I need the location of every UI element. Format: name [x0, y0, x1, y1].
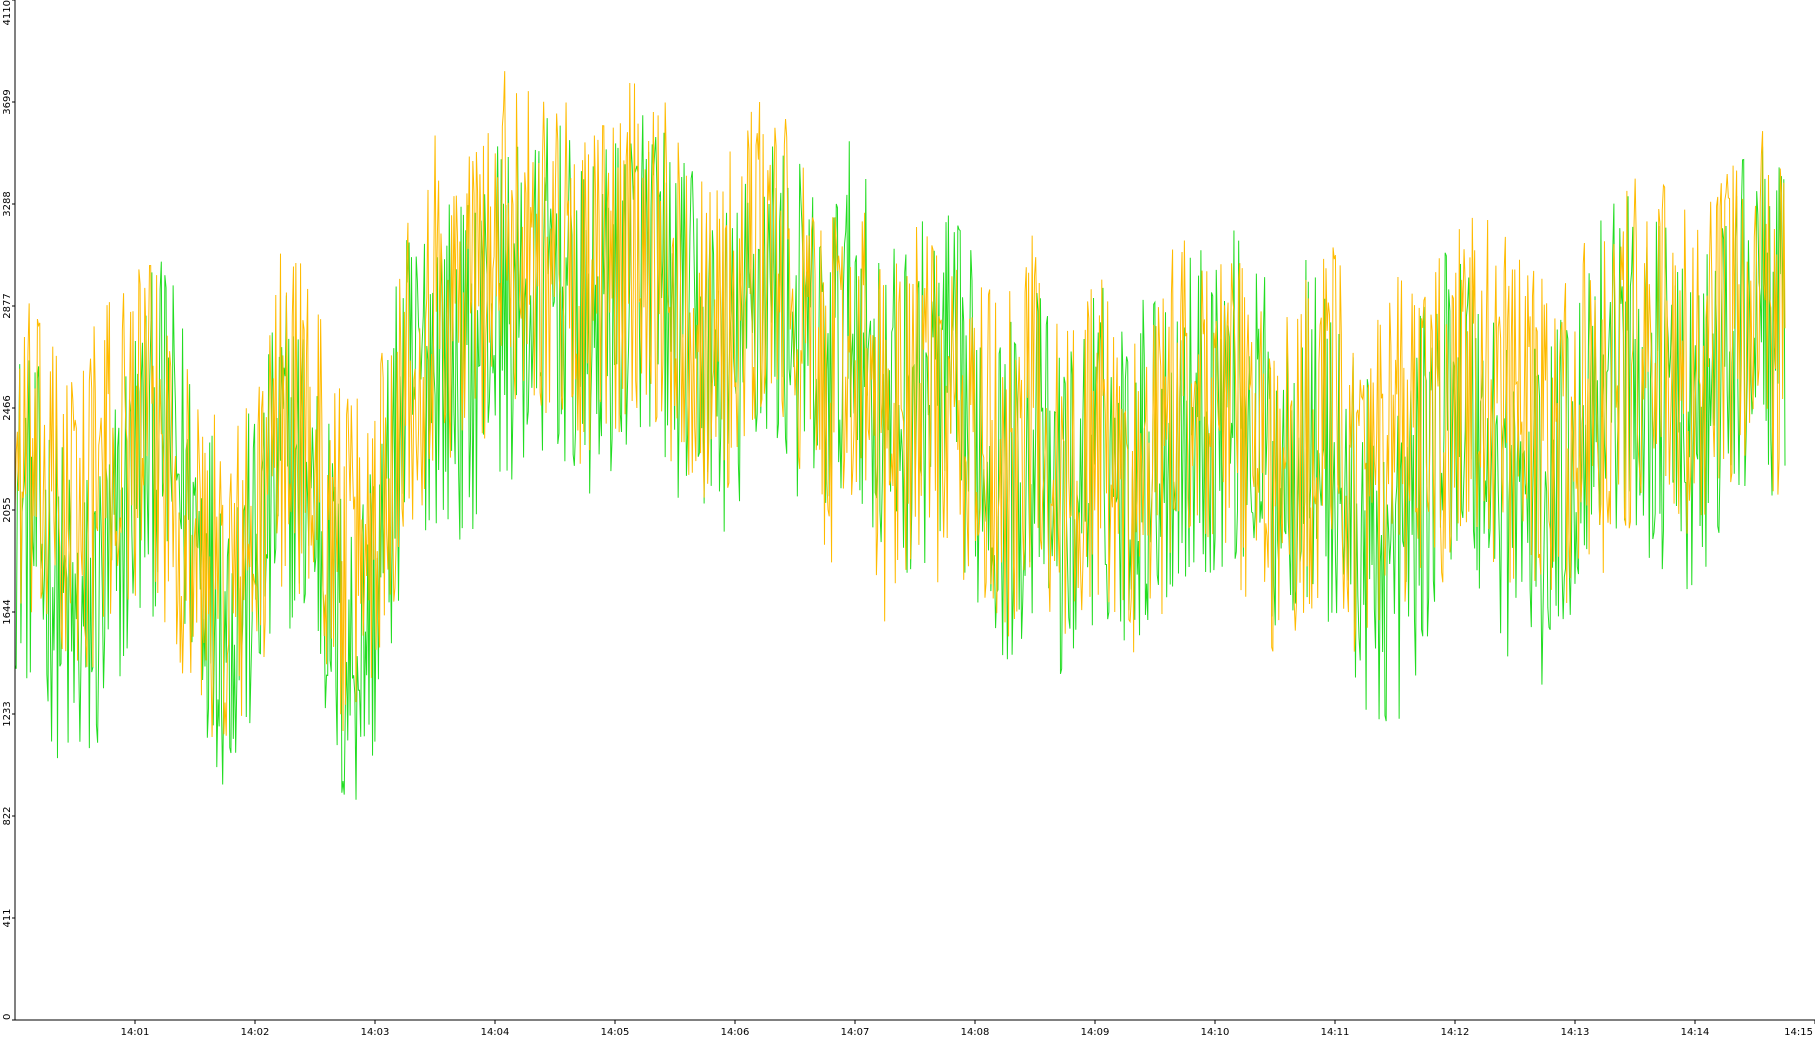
- x-tick-label: 14:09: [1081, 1027, 1110, 1038]
- chart-area: 0 411 822 1233 1644 2055 2466 2877 3288 3699 4110 …: [0, 0, 1815, 1039]
- x-tick-label: 14:07: [841, 1027, 870, 1038]
- x-tick-label: 14:08: [961, 1027, 990, 1038]
- y-tick-label: 2055: [2, 497, 13, 522]
- x-tick-label: 14:12: [1441, 1027, 1470, 1038]
- x-tick-label: 14:06: [721, 1027, 750, 1038]
- x-tick-label: 14:15: [1784, 1027, 1813, 1038]
- x-axis-ticks: 14:01 14:02 14:03 14:04 14:05 14:06 14:07 14:08…: [121, 1020, 1815, 1038]
- y-tick-label: 4110: [2, 0, 13, 25]
- y-tick-label: 3288: [2, 191, 13, 216]
- x-tick-label: 14:05: [601, 1027, 630, 1038]
- y-tick-label: 3699: [2, 89, 13, 114]
- x-tick-label: 14:11: [1321, 1027, 1350, 1038]
- y-axis-ticks: 0 411 822 1233 1644 2055 2466 2877 3288 3699 4110: [2, 0, 15, 1021]
- y-tick-label: 411: [2, 908, 13, 927]
- y-tick-label: 822: [2, 806, 13, 825]
- y-tick-label: 2877: [2, 293, 13, 318]
- series-line-2: [14, 71, 1786, 737]
- y-tick-label: 1644: [2, 599, 13, 624]
- x-tick-label: 14:01: [121, 1027, 150, 1038]
- x-tick-label: 14:14: [1681, 1027, 1710, 1038]
- x-tick-label: 14:04: [481, 1027, 510, 1038]
- series-layer: [14, 71, 1786, 800]
- x-tick-label: 14:10: [1201, 1027, 1230, 1038]
- y-tick-label: 1233: [2, 701, 13, 726]
- x-tick-label: 14:02: [241, 1027, 270, 1038]
- line-chart: 041182212331644205524662877328836994110 …: [2, 0, 1815, 1038]
- x-tick-label: 14:13: [1561, 1027, 1590, 1038]
- y-tick-label: 2466: [2, 395, 13, 420]
- x-tick-label: 14:03: [361, 1027, 390, 1038]
- y-tick-label: 0: [2, 1014, 13, 1020]
- series-line-1: [14, 115, 1786, 800]
